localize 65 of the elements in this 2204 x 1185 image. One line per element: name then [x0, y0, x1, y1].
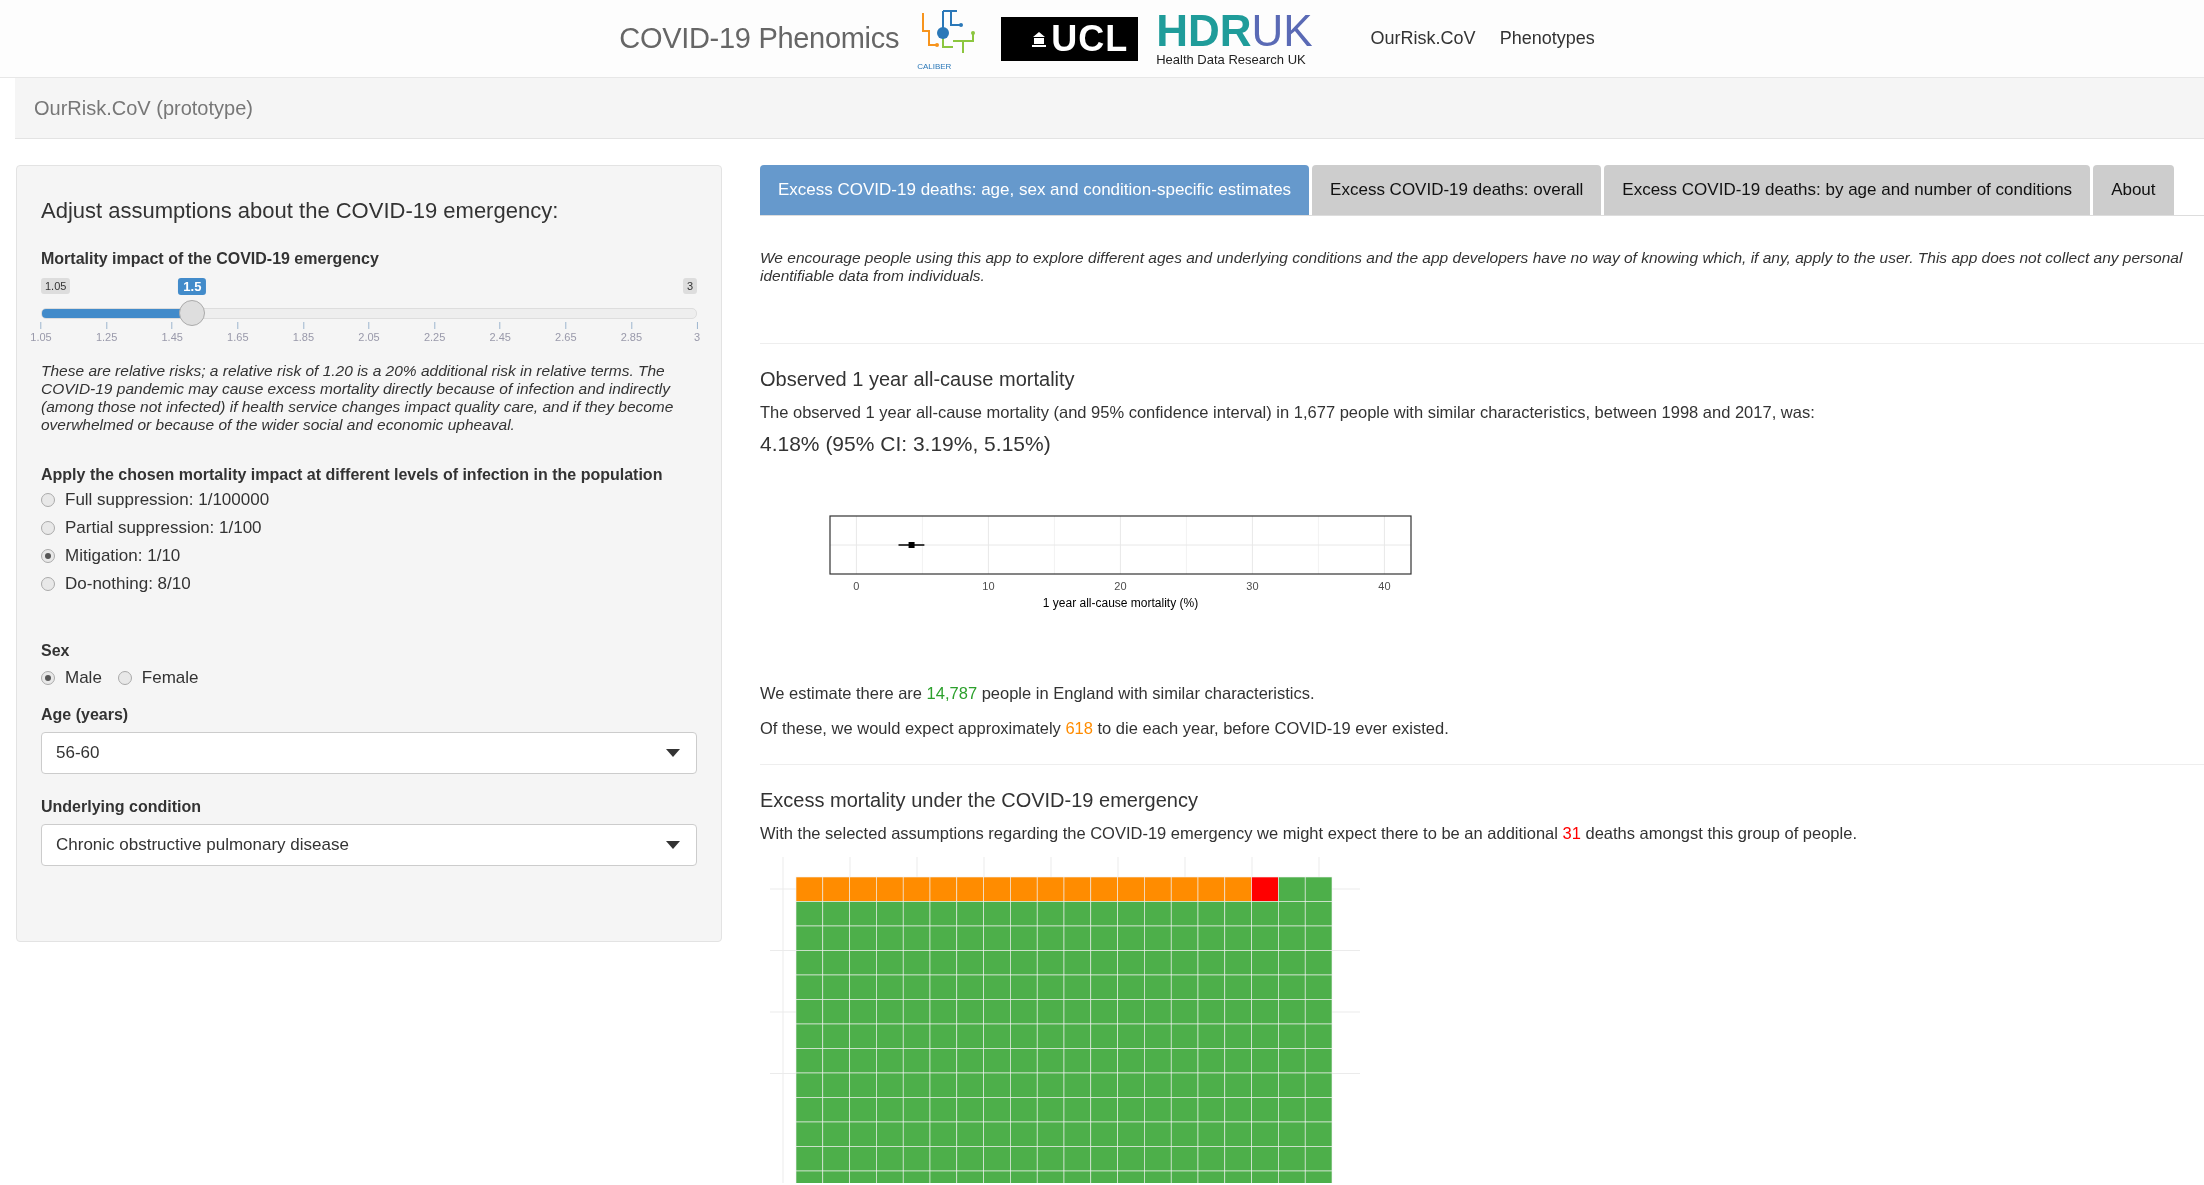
nav-link[interactable]: Phenotypes	[1499, 26, 1595, 51]
body-text: With the selected assumptions regarding the COVID-19 emergency we might expect there to be an additional 31 deaths amongst this group of people.	[760, 824, 1858, 843]
radio-button[interactable]	[41, 493, 55, 507]
field-label: Underlying condition	[41, 798, 201, 816]
axis-tick-label: 20	[1114, 580, 1127, 592]
slider-value: 1.5	[178, 278, 207, 295]
tab[interactable]: About	[2093, 165, 2174, 215]
tab[interactable]: Excess COVID-19 deaths: by age and number of conditions	[1604, 165, 2091, 215]
result-text: 4.18% (95% CI: 3.19%, 5.15%)	[760, 432, 1052, 456]
radio-button[interactable]	[41, 671, 55, 685]
age-dropdown[interactable]: 56-60	[41, 732, 697, 774]
tick-label: 1.25	[95, 331, 118, 343]
caret-icon	[666, 749, 680, 757]
radio-button[interactable]	[117, 671, 132, 685]
slider-max: 3	[682, 278, 697, 294]
axis-tick-label: 40	[1378, 580, 1391, 592]
tick-label: 2.45	[489, 331, 511, 343]
slider-min: 1.05	[41, 278, 71, 294]
section-heading: Excess mortality under the COVID-19 emergency	[760, 789, 1199, 812]
logo-caption: Health Data Research UK	[1156, 52, 1307, 67]
building-icon	[1031, 30, 1048, 47]
axis-tick-label: 0	[853, 580, 860, 592]
tick-label: 1.05	[30, 331, 52, 343]
app-title: OurRisk.CoV (prototype)	[34, 96, 253, 120]
tick-label: 1.45	[161, 331, 183, 343]
section-heading: Observed 1 year all-cause mortality	[760, 368, 1076, 391]
radio-option[interactable]: Male	[41, 668, 102, 688]
radio-button[interactable]	[41, 577, 55, 591]
panel-heading: Adjust assumptions about the COVID-19 emergency:	[41, 198, 560, 224]
logo-text: UCL	[1051, 22, 1129, 55]
radio-option[interactable]: Do-nothing: 8/10	[41, 574, 191, 594]
tick-label: 2.65	[555, 331, 577, 343]
estimate-marker	[897, 542, 926, 548]
radio-option[interactable]: Female	[117, 668, 199, 688]
tick-label: 2.25	[423, 331, 446, 343]
axis-tick-label: 10	[982, 580, 995, 592]
tick-label: 3	[693, 331, 701, 343]
body-text: Of these, we would expect approximately 618 to die each year, before COVID-19 ever existed.	[760, 719, 1450, 738]
site-title: COVID-19 Phenomics	[619, 22, 900, 55]
tick-label: 1.85	[292, 331, 315, 343]
field-label: Age (years)	[41, 706, 129, 724]
logo-text: CALIBER	[917, 61, 952, 71]
logo-text: HDRUK	[1156, 10, 1313, 52]
radio-option[interactable]: Full suppression: 1/100000	[41, 490, 270, 510]
tick-label: 2.85	[620, 331, 643, 343]
slider-handle[interactable]	[179, 300, 206, 326]
axis-tick-label: 30	[1246, 580, 1259, 592]
condition-dropdown[interactable]: Chronic obstructive pulmonary disease	[41, 824, 697, 866]
nav-link[interactable]: OurRisk.CoV	[1370, 26, 1476, 51]
axis-title: 1 year all-cause mortality (%)	[1042, 596, 1199, 610]
help-text: These are relative risks; a relative risk of 1.20 is a 20% additional risk in relative terms. The COVID-19 pandemic may cause excess mortality directly because of infection and indirectly (among those not infected) if health service changes impact quality care, and if they become overwhelmed or because of the wider social and economic upheaval.	[41, 362, 675, 434]
caret-icon	[666, 841, 680, 849]
body-text: We estimate there are 14,787 people in England with similar characteristics.	[760, 684, 1316, 703]
radio-button[interactable]	[41, 549, 55, 563]
radio-option[interactable]: Partial suppression: 1/100	[41, 518, 262, 538]
tick-label: 1.65	[227, 331, 249, 343]
radio-button[interactable]	[41, 521, 55, 535]
radio-option[interactable]: Mitigation: 1/10	[41, 546, 181, 566]
slider-label: Mortality impact of the COVID-19 emergency	[41, 250, 379, 268]
tab[interactable]: Excess COVID-19 deaths: overall	[1312, 165, 1602, 215]
radio-group-label: Apply the chosen mortality impact at different levels of infection in the population	[41, 466, 663, 484]
radio-group-label: Sex	[41, 642, 70, 660]
tick-label: 2.05	[358, 331, 380, 343]
body-text: The observed 1 year all-cause mortality (and 95% confidence interval) in 1,677 people with similar characteristics, between 1998 and 2017, was:	[760, 403, 1816, 422]
disclaimer-text: We encourage people using this app to explore different ages and underlying conditions and the app developers have no way of knowing which, if any, apply to the user. This app does not collect any personal identifiable data from individuals.	[760, 249, 2184, 285]
